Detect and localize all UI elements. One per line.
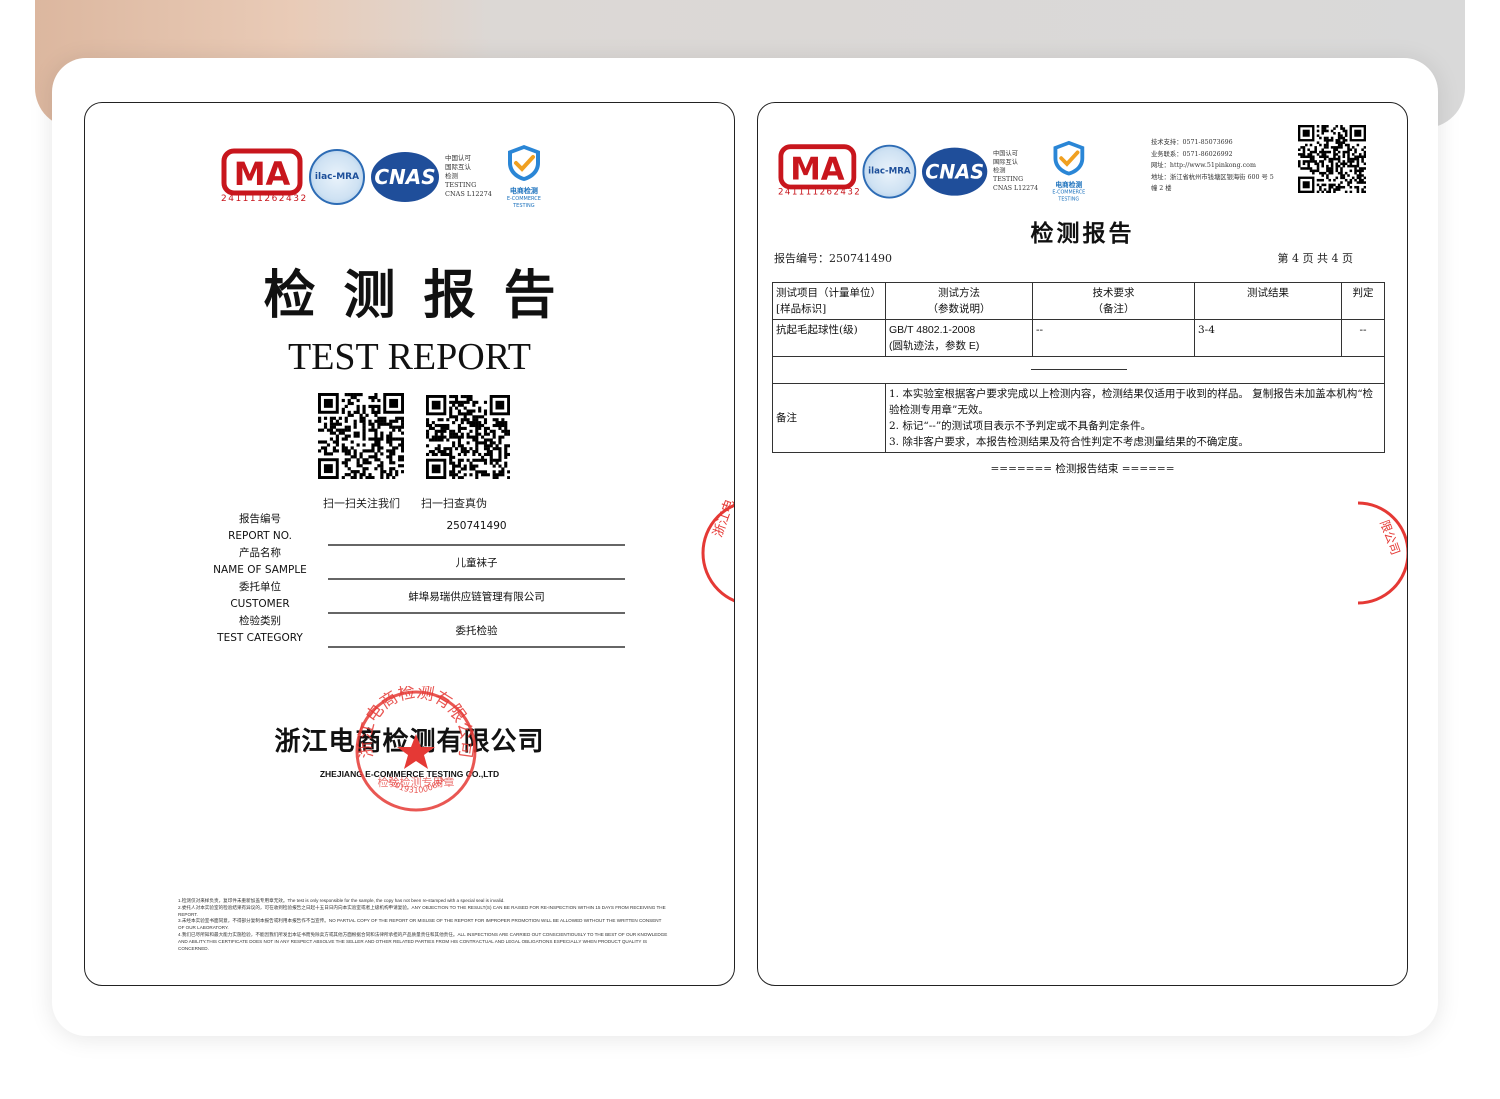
cnas-logo: CNAS bbox=[371, 151, 439, 202]
divider bbox=[328, 578, 625, 580]
label-report-no: 报告编号 REPORT NO. bbox=[228, 513, 292, 542]
ilac-mra-logo: ilac-MRA bbox=[862, 144, 917, 199]
report-end-marker: ======= 检测报告结束 ====== bbox=[990, 463, 1175, 475]
divider bbox=[328, 544, 625, 546]
cma-logo: MA 241111262432 bbox=[778, 143, 862, 199]
header-judgement: 判定 bbox=[1341, 282, 1385, 320]
cert-logos: MA 241111262432 ilac-MRA CNAS 中国认可 国际互认 … bbox=[778, 139, 1096, 203]
label-test-category: 检验类别 TEST CATEGORY bbox=[217, 615, 303, 644]
remarks-content: 1. 本实验室根据客户要求完成以上检测内容，检测结果仅适用于收到的样品。 复制报… bbox=[885, 383, 1385, 453]
value-test-category: 委托检验 bbox=[455, 625, 498, 637]
cma-number: 241111262432 bbox=[221, 193, 308, 204]
header-requirement: 技术要求 （备注） bbox=[1032, 282, 1195, 320]
label-customer: 委托单位 CUSTOMER bbox=[230, 581, 290, 610]
qr-code[interactable] bbox=[1298, 125, 1366, 193]
ecommerce-testing-logo: 电商检测 E-COMMERCE TESTING bbox=[496, 143, 552, 210]
report-title-cn: 检测报告 bbox=[263, 265, 584, 326]
cell-item: 抗起毛起球性(级) bbox=[772, 319, 886, 357]
cert-logos: MA 241111262432 ilac-MRA CNAS 中国认可 国际互认 … bbox=[221, 143, 552, 210]
shield-check-icon bbox=[1053, 140, 1085, 176]
cell-result: 3-4 bbox=[1194, 319, 1342, 357]
edge-seal-fragment: 浙江电 bbox=[701, 498, 734, 603]
qr-caption-verify: 扫一扫查真伪 bbox=[421, 497, 487, 510]
divider bbox=[328, 646, 625, 648]
spacer-row bbox=[772, 356, 1385, 384]
edge-seal-fragment: 限公司 bbox=[1358, 501, 1407, 605]
divider bbox=[328, 612, 625, 614]
report-number: 报告编号：250741490 bbox=[774, 252, 892, 265]
qr-caption-follow: 扫一扫关注我们 bbox=[323, 497, 400, 510]
shield-check-icon bbox=[507, 145, 540, 181]
svg-text:MA: MA bbox=[790, 151, 845, 187]
report-result-page: MA 241111262432 ilac-MRA CNAS 中国认可 国际互认 … bbox=[757, 102, 1408, 986]
fine-print: 1.检测仅对来样负责，复印件未重新加盖专用章无效。The test is onl… bbox=[178, 898, 668, 951]
cell-requirement: -- bbox=[1032, 319, 1195, 357]
cell-judgement: -- bbox=[1341, 319, 1385, 357]
header-test-item: 测试项目（计量单位） [样品标识] bbox=[772, 282, 886, 320]
value-sample-name: 儿童袜子 bbox=[455, 557, 498, 569]
contact-info: 技术支持：0571-85073696 业务联系：0571-86026992 网址… bbox=[1151, 139, 1274, 192]
ecommerce-testing-logo: 电商检测 E-COMMERCE TESTING bbox=[1042, 139, 1096, 203]
svg-text:MA: MA bbox=[234, 155, 291, 193]
official-seal: 浙江电商检测有限公司 检验检测专用章 3301931000684 bbox=[355, 686, 477, 812]
cma-logo: MA 241111262432 bbox=[221, 148, 308, 206]
header-method: 测试方法 （参数说明） bbox=[885, 282, 1033, 320]
cma-number: 241111262432 bbox=[778, 187, 862, 198]
label-sample-name: 产品名称 NAME OF SAMPLE bbox=[213, 547, 307, 576]
page-title: 检测报告 bbox=[1030, 220, 1135, 247]
report-title-en: TEST REPORT bbox=[288, 336, 531, 378]
header-result: 测试结果 bbox=[1194, 282, 1342, 320]
remarks-row: 备注 1. 本实验室根据客户要求完成以上检测内容，检测结果仅适用于收到的样品。 … bbox=[772, 383, 1385, 453]
page-indicator: 第 4 页 共 4 页 bbox=[1277, 252, 1353, 265]
cell-method: GB/T 4802.1-2008 (圆轨迹法，参数 E) bbox=[885, 319, 1033, 357]
report-cover-page: MA 241111262432 ilac-MRA CNAS 中国认可 国际互认 … bbox=[84, 102, 735, 986]
cert-text: 中国认可 国际互认 检测 TESTING CNAS L12274 bbox=[445, 154, 492, 198]
results-table: 测试项目（计量单位） [样品标识] 测试方法 （参数说明） 技术要求 （备注） 测试结… bbox=[772, 282, 1385, 453]
cert-text: 中国认可 国际互认 检测 TESTING CNAS L12274 bbox=[993, 149, 1039, 192]
value-report-no: 250741490 bbox=[446, 520, 507, 532]
table-header-row: 测试项目（计量单位） [样品标识] 测试方法 （参数说明） 技术要求 （备注） 测试结… bbox=[772, 282, 1385, 320]
cnas-logo: CNAS bbox=[922, 147, 988, 196]
table-row: 抗起毛起球性(级) GB/T 4802.1-2008 (圆轨迹法，参数 E) --… bbox=[772, 319, 1385, 357]
qr-code-verify[interactable] bbox=[426, 395, 510, 479]
value-customer: 蚌埠易瑞供应链管理有限公司 bbox=[408, 591, 545, 603]
qr-code-follow[interactable] bbox=[318, 393, 404, 479]
remark-label: 备注 bbox=[772, 383, 886, 453]
ilac-mra-logo: ilac-MRA bbox=[309, 148, 365, 205]
